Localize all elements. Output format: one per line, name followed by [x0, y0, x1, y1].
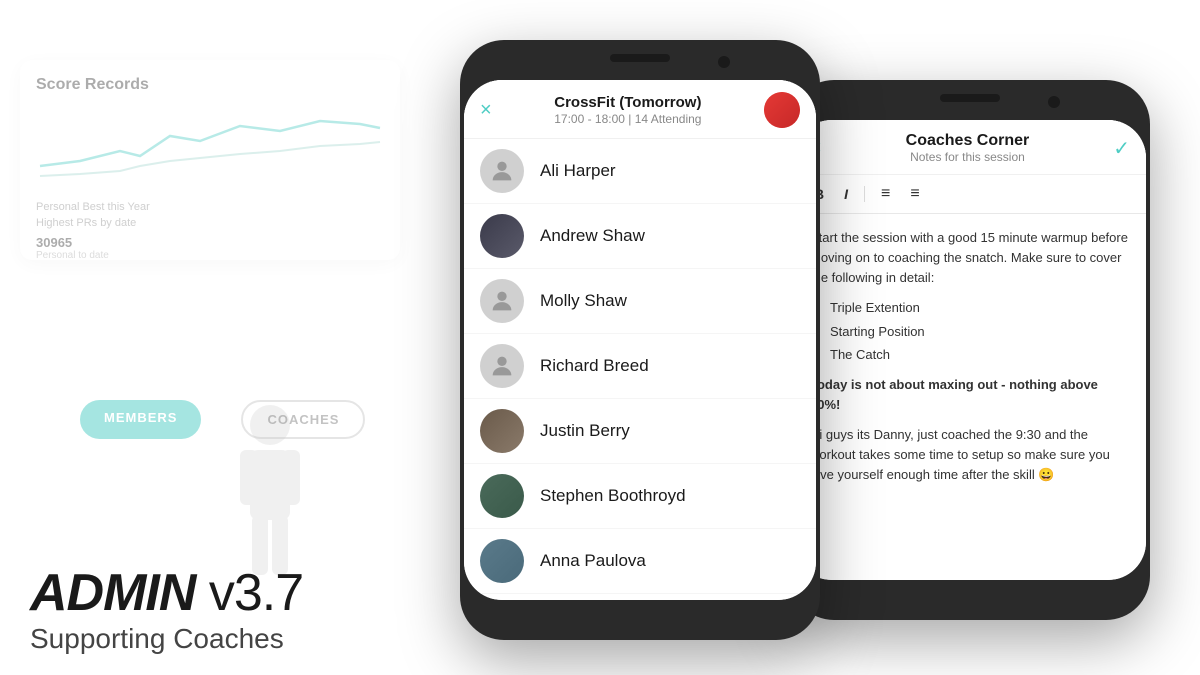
coaches-corner-title: Coaches Corner	[822, 132, 1114, 150]
list-item[interactable]: Rachel gould	[464, 594, 816, 600]
avatar	[480, 344, 524, 388]
member-name: Richard Breed	[540, 356, 649, 376]
avatar	[480, 474, 524, 518]
branding-block: ADMIN v3.7 Supporting Coaches	[30, 567, 303, 655]
phone2-device: × Coaches Corner Notes for this session …	[790, 80, 1150, 620]
list-item[interactable]: Anna Paulova	[464, 529, 816, 594]
score-rows: Personal Best this Year Highest PRs by d…	[36, 201, 384, 261]
phone1-screen: × CrossFit (Tomorrow) 17:00 - 18:00 | 14…	[464, 80, 816, 600]
phone2-screen: × Coaches Corner Notes for this session …	[794, 120, 1146, 580]
members-bg-btn: MEMBERS	[80, 400, 201, 439]
editor-toolbar: B I ≡ ≡	[794, 175, 1146, 214]
italic-button[interactable]: I	[840, 184, 852, 204]
member-name: Andrew Shaw	[540, 226, 645, 246]
bullet-item-3: The Catch	[830, 345, 1130, 365]
member-name: Anna Paulova	[540, 551, 646, 571]
coaches-bg-btn: COACHES	[241, 400, 365, 439]
list-item[interactable]: Molly Shaw	[464, 269, 816, 334]
avatar	[480, 214, 524, 258]
list-item[interactable]: Andrew Shaw	[464, 204, 816, 269]
member-list: Ali Harper Andrew Shaw Molly Shaw	[464, 139, 816, 600]
members-screen: × CrossFit (Tomorrow) 17:00 - 18:00 | 14…	[464, 80, 816, 600]
score-chart	[36, 106, 384, 186]
member-name: Molly Shaw	[540, 291, 627, 311]
session-avatar-inner	[764, 92, 800, 128]
supporting-label: Supporting Coaches	[30, 623, 303, 655]
session-avatar	[764, 92, 800, 128]
member-name: Justin Berry	[540, 421, 630, 441]
background-buttons: MEMBERS COACHES	[80, 400, 365, 439]
coaches-check-icon[interactable]: ✓	[1113, 136, 1130, 161]
version-label: v3.7	[195, 564, 303, 622]
phone1-device: × CrossFit (Tomorrow) 17:00 - 18:00 | 14…	[460, 40, 820, 640]
session-name: CrossFit (Tomorrow)	[492, 94, 764, 111]
app-title: ADMIN v3.7	[30, 567, 303, 619]
member-name: Stephen Boothroyd	[540, 486, 686, 506]
avatar	[480, 409, 524, 453]
toolbar-divider	[864, 186, 865, 202]
admin-label: ADMIN	[30, 564, 195, 622]
phone2-camera	[1048, 96, 1060, 108]
session-time: 17:00 - 18:00 | 14 Attending	[492, 112, 764, 126]
score-records-card: Score Records Personal Best this Year Hi…	[20, 60, 400, 260]
coaches-corner-subtitle: Notes for this session	[822, 150, 1114, 164]
member-name: Ali Harper	[540, 161, 616, 181]
list-item[interactable]: Stephen Boothroyd	[464, 464, 816, 529]
editor-content[interactable]: Start the session with a good 15 minute …	[794, 214, 1146, 580]
avatar	[480, 149, 524, 193]
list-item[interactable]: Ali Harper	[464, 139, 816, 204]
coaches-corner-header: × Coaches Corner Notes for this session …	[794, 120, 1146, 175]
avatar	[480, 279, 524, 323]
unordered-list-button[interactable]: ≡	[906, 183, 923, 205]
list-item[interactable]: Justin Berry	[464, 399, 816, 464]
phone1-camera	[718, 56, 730, 68]
session-header: × CrossFit (Tomorrow) 17:00 - 18:00 | 14…	[464, 80, 816, 139]
avatar	[480, 539, 524, 583]
bullet-item-2: Starting Position	[830, 322, 1130, 342]
editor-paragraph-2: Hi guys its Danny, just coached the 9:30…	[810, 425, 1130, 485]
editor-bullet-list: Triple Extention Starting Position The C…	[830, 298, 1130, 364]
coaches-corner-screen: × Coaches Corner Notes for this session …	[794, 120, 1146, 580]
coaches-title-block: Coaches Corner Notes for this session	[822, 132, 1114, 164]
bullet-item-1: Triple Extention	[830, 298, 1130, 318]
editor-bold-line: Today is not about maxing out - nothing …	[810, 375, 1130, 415]
score-card-title: Score Records	[36, 76, 384, 94]
list-item[interactable]: Richard Breed	[464, 334, 816, 399]
close-icon[interactable]: ×	[480, 100, 492, 120]
session-title-block: CrossFit (Tomorrow) 17:00 - 18:00 | 14 A…	[492, 94, 764, 126]
ordered-list-button[interactable]: ≡	[877, 183, 894, 205]
editor-paragraph-1: Start the session with a good 15 minute …	[810, 228, 1130, 288]
